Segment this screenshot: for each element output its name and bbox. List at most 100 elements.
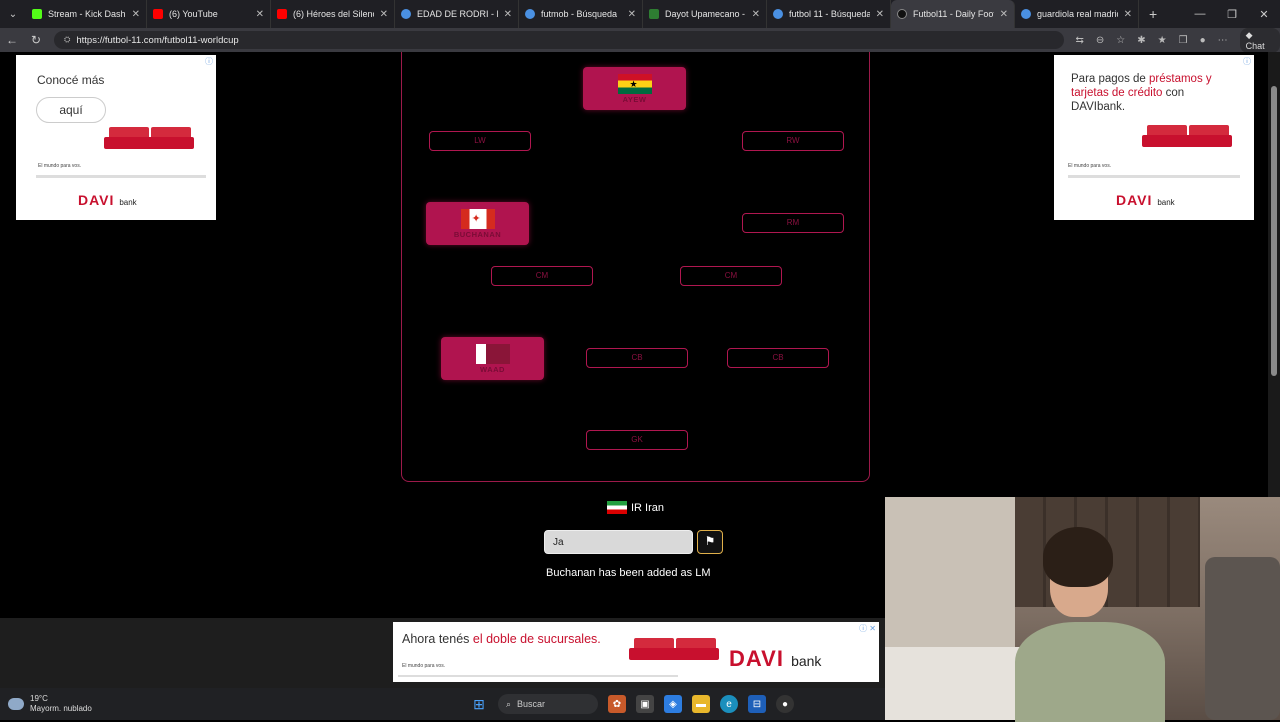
tab-guardiola[interactable]: guardiola real madrid - Búsqueda ✕ [1015,0,1139,28]
davibank-logo: DAVI bank [1116,192,1175,208]
ad-tagline: El mundo para vos. [402,663,446,669]
windows-start-icon[interactable]: ⊞ [470,695,488,713]
store-icon[interactable]: ⊟ [748,695,766,713]
search-icon: ⌕ [506,698,512,709]
ad-tagline: El mundo para vos. [1068,163,1112,169]
favorites-icon[interactable]: ★ [1158,35,1167,46]
translate-icon[interactable]: ⇆ [1076,35,1084,46]
ad-cta-button[interactable]: aquí [36,97,106,123]
ad-headline-highlight: el doble de sucursales. [472,632,601,646]
close-icon[interactable]: ✕ [132,9,140,20]
minimize-icon[interactable]: — [1184,8,1216,21]
tab-youtube[interactable]: (6) YouTube ✕ [147,0,271,28]
tab-title: (6) Héroes del Silencio [293,9,374,19]
temperature: 19°C [30,694,48,703]
ad-headline-part: Ahora tenés [402,632,473,646]
taskbar-search[interactable]: ⌕ Buscar [498,694,598,714]
profile-icon[interactable]: ● [1200,35,1206,46]
windows-taskbar: 19°C Mayorm. nublado ⊞ ⌕ Buscar ✿ ▣ ◈ ▬ e … [0,688,885,720]
file-explorer-icon[interactable]: ▬ [692,695,710,713]
search-icon [525,9,535,19]
copilot-icon[interactable]: ◈ [664,695,682,713]
stats-icon [649,9,659,19]
favorite-star-icon[interactable]: ☆ [1116,35,1125,46]
logo-suffix: bank [1157,198,1175,207]
close-icon[interactable]: ✕ [1124,9,1132,20]
position-slot-gk[interactable]: GK [586,430,688,450]
back-icon[interactable]: ← [0,33,24,47]
widgets-icon[interactable]: ✿ [608,695,626,713]
player-guess-input[interactable] [544,530,693,554]
close-icon[interactable]: ✕ [752,9,760,20]
ad-choices-icon[interactable]: ⓘ ✕ [859,623,876,634]
site-info-icon[interactable]: ⛭ [64,35,70,45]
ad-fineprint [36,175,206,178]
tab-rodri[interactable]: EDAD DE RODRI - Búsqueda ✕ [395,0,519,28]
zoom-icon[interactable]: ⊖ [1096,35,1104,46]
tab-futbol11-search[interactable]: futbol 11 - Búsqueda ✕ [767,0,891,28]
tab-futbol11[interactable]: Futbol11 - Daily Football ✕ [891,0,1015,28]
browser-tab-bar: ⌄ Stream - Kick Dashboard✕ (6) YouTube✕ … [0,0,1280,28]
logo-suffix: bank [791,653,822,669]
search-icon [1021,9,1031,19]
clue-country-name: IR Iran [631,501,665,514]
position-slot-cm[interactable]: CM [491,266,593,286]
window-controls: — ❐ ✕ [1184,8,1280,21]
weather-widget[interactable]: 19°C Mayorm. nublado [8,694,92,714]
position-slot-rw[interactable]: RW [742,131,844,151]
position-slot-lw[interactable]: LW [429,131,531,151]
close-icon[interactable]: ✕ [628,9,636,20]
scrollbar-thumb[interactable] [1271,86,1277,376]
position-slot-cm[interactable]: CM [680,266,782,286]
search-icon [401,9,411,19]
logo-suffix: bank [119,198,137,207]
tab-search-icon[interactable]: ⌄ [0,0,26,28]
position-slot-st-filled[interactable]: ★ AYEW [583,67,686,110]
tab-upamecano[interactable]: Dayot Upamecano - estadísticas ✕ [643,0,767,28]
tab-futmob[interactable]: futmob - Búsqueda ✕ [519,0,643,28]
kick-icon [32,9,42,19]
close-icon[interactable]: ✕ [380,9,388,20]
qatar-flag-icon [475,344,510,364]
logo-text: DAVI [78,192,115,208]
tab-title: Dayot Upamecano - estadísticas [665,9,746,19]
hoodie [1015,622,1165,722]
futbol11-icon [897,9,907,19]
webcam-bed [885,647,1025,720]
ad-choices-icon[interactable]: ⓘ [205,56,213,67]
ad-choices-icon[interactable]: ⓘ [1243,56,1251,67]
url-text: https://futbol-11.com/futbol11-worldcup [76,34,239,46]
tab-kick[interactable]: Stream - Kick Dashboard ✕ [26,0,147,28]
collections-icon[interactable]: ❒ [1179,35,1188,46]
close-icon[interactable]: ✕ [1000,9,1008,20]
extensions-icon[interactable]: ✱ [1137,35,1145,46]
position-slot-cb[interactable]: CB [727,348,829,368]
close-icon[interactable]: ✕ [876,9,884,20]
webcam-overlay [885,497,1280,722]
give-up-flag-button[interactable]: ⚑ [697,530,723,554]
close-icon[interactable]: ✕ [256,9,264,20]
position-slot-lm-filled[interactable]: ✦ BUCHANAN [426,202,529,245]
position-slot-lb-filled[interactable]: WAAD [441,337,544,380]
maximize-icon[interactable]: ❐ [1216,8,1248,21]
tab-heroes[interactable]: (6) Héroes del Silencio ✕ [271,0,395,28]
new-tab-button[interactable]: + [1139,6,1167,22]
reload-icon[interactable]: ↻ [24,33,48,47]
ad-left[interactable]: ⓘ Conocé más aquí El mundo para vos. DAV… [16,55,216,220]
app-icon[interactable]: ● [776,695,794,713]
task-view-icon[interactable]: ▣ [636,695,654,713]
player-name: WAAD [480,365,505,374]
tab-title: futbol 11 - Búsqueda [789,9,870,19]
more-icon[interactable]: ⋯ [1218,35,1228,46]
ad-bottom[interactable]: ⓘ ✕ Ahora tenés el doble de sucursales. … [393,622,879,682]
hair [1043,527,1113,587]
position-slot-rm[interactable]: RM [742,213,844,233]
edge-icon[interactable]: e [720,695,738,713]
position-slot-cb[interactable]: CB [586,348,688,368]
url-field[interactable]: ⛭ https://futbol-11.com/futbol11-worldcup [53,31,1064,49]
close-window-icon[interactable]: ✕ [1248,8,1280,21]
close-icon[interactable]: ✕ [504,9,512,20]
ad-right[interactable]: ⓘ Para pagos de préstamos y tarjetas de … [1054,55,1254,220]
chat-button[interactable]: ◆ Chat [1239,27,1280,53]
ad-headline: Para pagos de préstamos y tarjetas de cr… [1071,72,1241,114]
